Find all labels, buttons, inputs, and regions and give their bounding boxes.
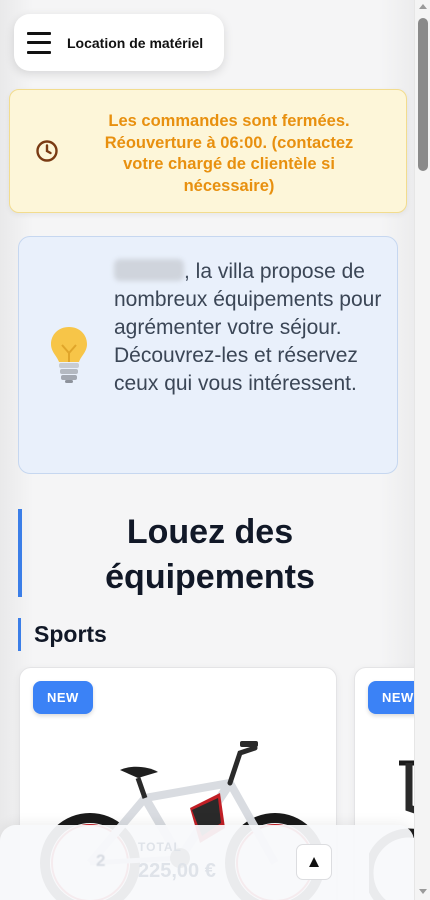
total-value: 225,00 €: [138, 860, 216, 882]
new-badge: NEW: [368, 681, 414, 714]
category-header: Sports: [18, 618, 107, 651]
cart-total-bar[interactable]: 2 TOTAL 225,00 € ▲: [0, 825, 414, 900]
page: Location de matériel Les commandes sont …: [0, 0, 414, 900]
clock-icon: [36, 140, 58, 162]
scroll-down-arrow-icon[interactable]: [419, 889, 427, 894]
guest-name-redacted: [114, 259, 184, 281]
cart-count: 2: [96, 851, 106, 870]
scroll-up-arrow-icon[interactable]: [419, 4, 427, 9]
app-header: Location de matériel: [14, 14, 224, 71]
section-title: Louez des équipements: [105, 513, 315, 596]
scrollbar[interactable]: [414, 0, 430, 900]
section-header: Louez des équipements: [18, 509, 398, 597]
category-title: Sports: [34, 621, 107, 647]
villa-info-text: , la villa propose de nombreux équipemen…: [114, 258, 384, 398]
chevron-up-icon: ▲: [305, 852, 323, 871]
villa-info-card: , la villa propose de nombreux équipemen…: [18, 236, 398, 474]
hamburger-menu-icon[interactable]: [27, 31, 51, 54]
page-title: Location de matériel: [67, 34, 204, 51]
orders-closed-message: Les commandes sont fermées. Réouverture …: [104, 112, 354, 195]
orders-closed-banner: Les commandes sont fermées. Réouverture …: [9, 89, 407, 213]
scroll-to-top-button[interactable]: ▲: [296, 844, 332, 880]
new-badge: NEW: [33, 681, 93, 714]
total-label: TOTAL: [138, 840, 182, 854]
lightbulb-icon: [51, 327, 87, 383]
scrollbar-thumb[interactable]: [418, 18, 428, 171]
